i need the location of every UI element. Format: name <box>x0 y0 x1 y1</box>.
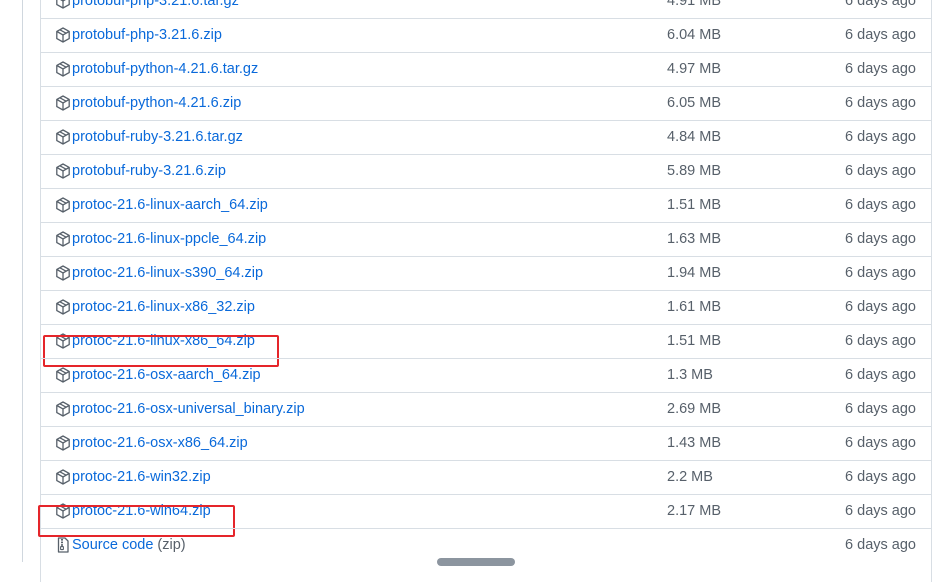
package-icon <box>55 401 71 417</box>
asset-date: 6 days ago <box>845 265 916 281</box>
asset-link[interactable]: protobuf-python-4.21.6.tar.gz <box>72 60 258 78</box>
asset-row: protoc-21.6-osx-x86_64.zip 1.43 MB 6 days … <box>40 426 932 460</box>
asset-size: 4.91 MB <box>667 0 721 9</box>
asset-date: 6 days ago <box>845 367 916 383</box>
asset-size: 1.61 MB <box>667 299 721 315</box>
asset-size: 2.69 MB <box>667 401 721 417</box>
asset-row: protoc-21.6-linux-s390_64.zip 1.94 MB 6 da… <box>40 256 932 290</box>
asset-size: 1.43 MB <box>667 435 721 451</box>
package-icon <box>55 27 71 43</box>
asset-size: 6.04 MB <box>667 27 721 43</box>
package-icon <box>55 129 71 145</box>
asset-link[interactable]: protobuf-php-3.21.6.zip <box>72 26 222 44</box>
asset-size: 2.2 MB <box>667 469 713 485</box>
package-icon <box>55 435 71 451</box>
package-icon <box>55 197 71 213</box>
asset-size: 4.97 MB <box>667 61 721 77</box>
asset-size: 5.89 MB <box>667 163 721 179</box>
asset-date: 6 days ago <box>845 299 916 315</box>
asset-size: 6.05 MB <box>667 95 721 111</box>
asset-date: 6 days ago <box>845 129 916 145</box>
asset-link[interactable]: protobuf-php-3.21.6.tar.gz <box>72 0 239 10</box>
package-icon <box>55 265 71 281</box>
package-icon <box>55 299 71 315</box>
source-code-date: 6 days ago <box>845 537 916 553</box>
asset-link[interactable]: protoc-21.6-win32.zip <box>72 468 211 486</box>
asset-row: protoc-21.6-linux-x86_64.zip 1.51 MB 6 day… <box>40 324 932 358</box>
asset-row: protobuf-python-4.21.6.tar.gz 4.97 MB 6 da… <box>40 52 932 86</box>
source-code-link[interactable]: Source code (zip) <box>72 536 186 554</box>
asset-link[interactable]: protobuf-ruby-3.21.6.tar.gz <box>72 128 243 146</box>
asset-row: protobuf-python-4.21.6.zip 6.05 MB 6 days … <box>40 86 932 120</box>
asset-row: protoc-21.6-linux-ppcle_64.zip 1.63 MB 6 d… <box>40 222 932 256</box>
asset-link[interactable]: protoc-21.6-osx-aarch_64.zip <box>72 366 261 384</box>
asset-date: 6 days ago <box>845 27 916 43</box>
package-icon <box>55 333 71 349</box>
source-code-suffix: (zip) <box>157 537 186 553</box>
asset-link[interactable]: protobuf-ruby-3.21.6.zip <box>72 162 226 180</box>
asset-link[interactable]: protoc-21.6-osx-x86_64.zip <box>72 434 248 452</box>
scroll-indicator[interactable] <box>437 558 515 566</box>
asset-date: 6 days ago <box>845 95 916 111</box>
package-icon <box>55 231 71 247</box>
package-icon <box>55 0 71 9</box>
asset-link[interactable]: protoc-21.6-linux-x86_64.zip <box>72 332 255 350</box>
asset-link[interactable]: protoc-21.6-linux-ppcle_64.zip <box>72 230 266 248</box>
asset-date: 6 days ago <box>845 401 916 417</box>
asset-date: 6 days ago <box>845 503 916 519</box>
asset-date: 6 days ago <box>845 61 916 77</box>
asset-size: 1.3 MB <box>667 367 713 383</box>
asset-link[interactable]: protobuf-python-4.21.6.zip <box>72 94 241 112</box>
asset-row: protoc-21.6-win64.zip 2.17 MB 6 days ago <box>40 494 932 528</box>
asset-row: protobuf-ruby-3.21.6.tar.gz 4.84 MB 6 days… <box>40 120 932 154</box>
asset-row: protoc-21.6-linux-x86_32.zip 1.61 MB 6 day… <box>40 290 932 324</box>
asset-row: protoc-21.6-linux-aarch_64.zip 1.51 MB 6 d… <box>40 188 932 222</box>
source-code-label: Source code <box>72 537 154 553</box>
asset-size: 1.63 MB <box>667 231 721 247</box>
timeline-rail <box>22 0 23 562</box>
file-zip-icon <box>55 537 71 553</box>
package-icon <box>55 503 71 519</box>
asset-link[interactable]: protoc-21.6-linux-x86_32.zip <box>72 298 255 316</box>
asset-row: protobuf-php-3.21.6.tar.gz 4.91 MB 6 days … <box>40 0 932 18</box>
asset-size: 2.17 MB <box>667 503 721 519</box>
package-icon <box>55 163 71 179</box>
asset-date: 6 days ago <box>845 231 916 247</box>
asset-link[interactable]: protoc-21.6-linux-aarch_64.zip <box>72 196 268 214</box>
package-icon <box>55 95 71 111</box>
asset-date: 6 days ago <box>845 469 916 485</box>
asset-row: protoc-21.6-win32.zip 2.2 MB 6 days ago <box>40 460 932 494</box>
asset-date: 6 days ago <box>845 435 916 451</box>
asset-row: protobuf-ruby-3.21.6.zip 5.89 MB 6 days ag… <box>40 154 932 188</box>
asset-date: 6 days ago <box>845 333 916 349</box>
package-icon <box>55 61 71 77</box>
package-icon <box>55 367 71 383</box>
source-code-row: Source code (zip) 6 days ago <box>40 528 932 562</box>
package-icon <box>55 469 71 485</box>
asset-size: 1.51 MB <box>667 333 721 349</box>
asset-row: protoc-21.6-osx-universal_binary.zip 2.69… <box>40 392 932 426</box>
asset-size: 4.84 MB <box>667 129 721 145</box>
asset-link[interactable]: protoc-21.6-linux-s390_64.zip <box>72 264 263 282</box>
asset-row: protobuf-php-3.21.6.zip 6.04 MB 6 days ago <box>40 18 932 52</box>
asset-date: 6 days ago <box>845 163 916 179</box>
asset-size: 1.51 MB <box>667 197 721 213</box>
asset-date: 6 days ago <box>845 197 916 213</box>
asset-date: 6 days ago <box>845 0 916 9</box>
asset-row: protoc-21.6-osx-aarch_64.zip 1.3 MB 6 days… <box>40 358 932 392</box>
asset-link[interactable]: protoc-21.6-win64.zip <box>72 502 211 520</box>
asset-link[interactable]: protoc-21.6-osx-universal_binary.zip <box>72 400 305 418</box>
asset-size: 1.94 MB <box>667 265 721 281</box>
